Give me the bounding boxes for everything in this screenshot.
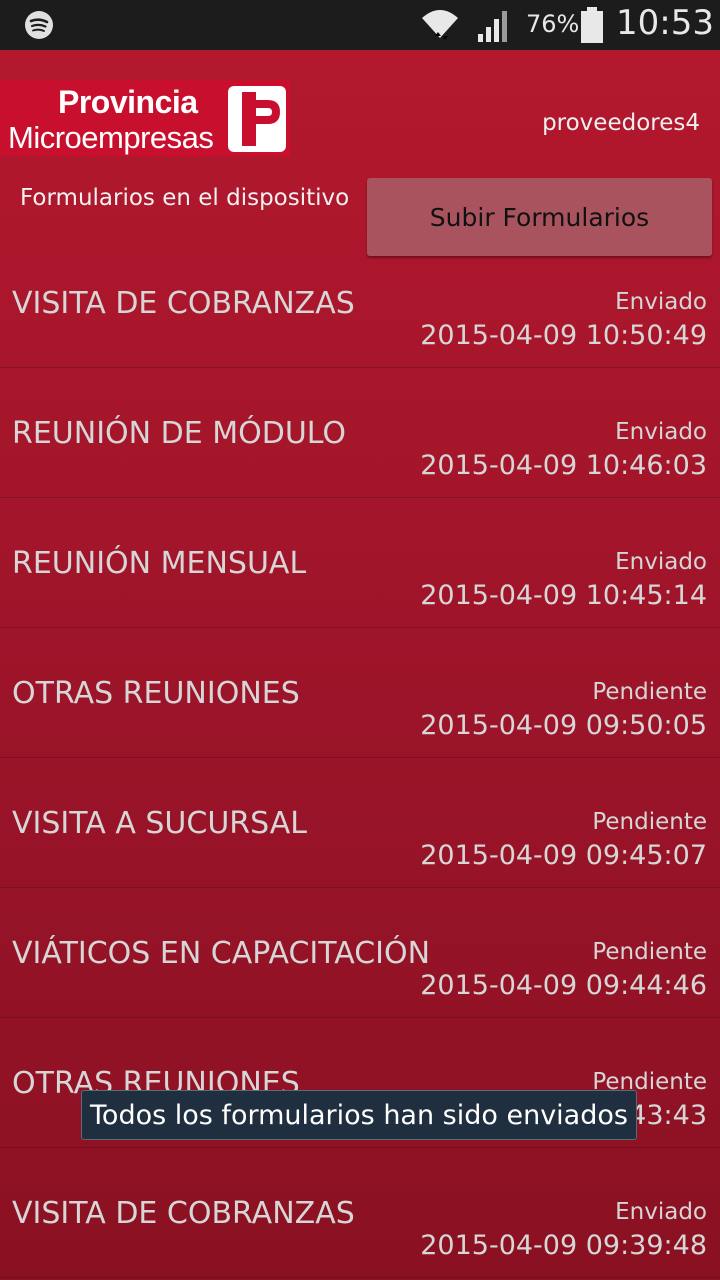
list-item[interactable]: VISITA DE COBRANZAS Enviado 2015-04-09 0… — [0, 1148, 720, 1278]
form-date: 2015-04-09 09:50:05 — [420, 710, 707, 741]
form-status: Pendiente — [592, 939, 707, 965]
form-date: 2015-04-09 09:44:46 — [420, 970, 707, 1001]
logo-line1: Provincia — [58, 84, 198, 120]
list-item[interactable]: VISITA DE COBRANZAS Enviado 2015-04-09 1… — [0, 238, 720, 368]
provincia-microempresas-logo: Provincia Microempresas — [0, 80, 290, 156]
form-date: 2015-04-09 10:50:49 — [420, 320, 707, 351]
form-date: 2015-04-09 10:45:14 — [420, 580, 707, 611]
form-status: Enviado — [615, 289, 707, 315]
section-subtitle: Formularios en el dispositivo — [20, 185, 350, 211]
list-item[interactable]: REUNIÓN DE MÓDULO Enviado 2015-04-09 10:… — [0, 368, 720, 498]
form-status: Enviado — [615, 419, 707, 445]
battery-percent: 76% — [526, 10, 580, 38]
form-date: 2015-04-09 10:46:03 — [420, 450, 707, 481]
list-item[interactable]: VIÁTICOS EN CAPACITACIÓN Pendiente 2015-… — [0, 888, 720, 1018]
list-item[interactable]: VISITA A SUCURSAL Pendiente 2015-04-09 0… — [0, 758, 720, 888]
logo-mark-icon — [228, 86, 286, 152]
form-title: VIÁTICOS EN CAPACITACIÓN — [12, 936, 431, 971]
form-title: VISITA A SUCURSAL — [12, 806, 307, 841]
form-date: 2015-04-09 09:39:48 — [420, 1230, 707, 1261]
wifi-icon — [422, 10, 458, 42]
spotify-icon — [25, 11, 53, 39]
list-item[interactable]: REUNIÓN MENSUAL Enviado 2015-04-09 10:45… — [0, 498, 720, 628]
logo-line2: Microempresas — [8, 120, 214, 155]
status-bar: 76% 10:53 — [0, 0, 720, 50]
toast-message: Todos los formularios han sido enviados — [81, 1090, 637, 1140]
username: proveedores4 — [542, 110, 700, 136]
clock: 10:53 — [616, 3, 714, 43]
form-title: REUNIÓN MENSUAL — [12, 546, 307, 581]
form-date: 2015-04-09 09:45:07 — [420, 840, 707, 871]
form-title: REUNIÓN DE MÓDULO — [12, 416, 347, 451]
form-title: VISITA DE COBRANZAS — [12, 286, 355, 321]
form-title: OTRAS REUNIONES — [12, 676, 300, 711]
form-status: Enviado — [615, 1199, 707, 1225]
form-status: Enviado — [615, 549, 707, 575]
list-item[interactable]: OTRAS REUNIONES Pendiente 2015-04-09 09:… — [0, 628, 720, 758]
form-title: VISITA DE COBRANZAS — [12, 1196, 355, 1231]
form-status: Pendiente — [592, 679, 707, 705]
form-status: Pendiente — [592, 809, 707, 835]
signal-icon — [478, 11, 507, 42]
battery-icon — [581, 7, 603, 43]
